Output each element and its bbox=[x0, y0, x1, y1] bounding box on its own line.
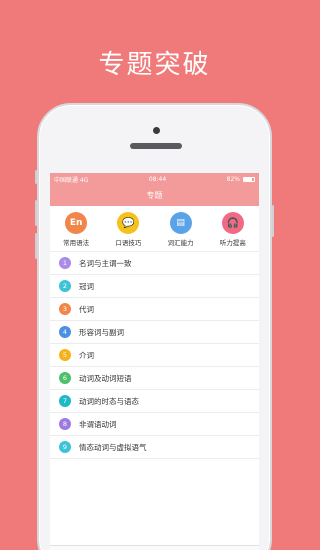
topic-title: 形容词与副词 bbox=[79, 327, 124, 337]
app-screen: 中国联通 4G 08:44 82% 专题 En 常用语法 💬 口语技巧 ▤ 词汇… bbox=[50, 173, 259, 550]
list-item[interactable]: 7 动词的时态与语态 bbox=[50, 390, 259, 413]
list-item[interactable]: 5 介词 bbox=[50, 344, 259, 367]
topic-list: 1 名词与主谓一致 2 冠词 3 代词 4 形容词与副词 5 介词 6 动词及动… bbox=[50, 252, 259, 459]
tab-bar: 主页 专题 试题 bbox=[50, 545, 259, 550]
mute-switch bbox=[35, 170, 37, 184]
category-label: 口语技巧 bbox=[115, 239, 142, 247]
category-label: 常用语法 bbox=[63, 239, 90, 247]
tab-topics[interactable]: 专题 bbox=[103, 546, 153, 550]
tab-more[interactable]: 更多 bbox=[208, 546, 258, 550]
list-item[interactable]: 4 形容词与副词 bbox=[50, 321, 259, 344]
volume-down-button bbox=[35, 233, 37, 259]
topic-title: 非谓语动词 bbox=[79, 419, 117, 429]
front-camera bbox=[153, 127, 160, 134]
status-bar: 中国联通 4G 08:44 82% bbox=[50, 173, 259, 185]
power-button bbox=[272, 205, 274, 237]
book-icon: ▤ bbox=[169, 212, 192, 234]
carrier-label: 中国联通 4G bbox=[54, 176, 89, 184]
category-label: 听力提高 bbox=[219, 239, 246, 247]
list-item[interactable]: 8 非谓语动词 bbox=[50, 413, 259, 436]
volume-up-button bbox=[35, 200, 37, 226]
topic-title: 情态动词与虚拟语气 bbox=[79, 442, 147, 452]
category-vocabulary[interactable]: ▤ 词汇能力 bbox=[157, 212, 205, 247]
earpiece-speaker bbox=[130, 143, 182, 149]
topic-number-badge: 6 bbox=[59, 372, 71, 384]
category-speaking[interactable]: 💬 口语技巧 bbox=[104, 212, 152, 247]
category-grammar[interactable]: En 常用语法 bbox=[52, 212, 100, 247]
category-listening[interactable]: 🎧 听力提高 bbox=[209, 212, 257, 247]
en-icon: En bbox=[65, 212, 88, 234]
topic-number-badge: 8 bbox=[59, 418, 71, 430]
topic-title: 动词及动词短语 bbox=[79, 373, 132, 383]
topic-number-badge: 3 bbox=[59, 303, 71, 315]
list-item[interactable]: 2 冠词 bbox=[50, 275, 259, 298]
topic-number-badge: 2 bbox=[59, 280, 71, 292]
topic-title: 动词的时态与语态 bbox=[79, 396, 139, 406]
list-item[interactable]: 3 代词 bbox=[50, 298, 259, 321]
topic-number-badge: 4 bbox=[59, 326, 71, 338]
category-row: En 常用语法 💬 口语技巧 ▤ 词汇能力 🎧 听力提高 bbox=[50, 206, 259, 252]
list-item[interactable]: 6 动词及动词短语 bbox=[50, 367, 259, 390]
list-item[interactable]: 1 名词与主谓一致 bbox=[50, 252, 259, 275]
tab-home[interactable]: 主页 bbox=[51, 546, 101, 550]
topic-title: 介词 bbox=[79, 350, 94, 360]
clock: 08:44 bbox=[148, 175, 167, 183]
category-label: 词汇能力 bbox=[167, 239, 194, 247]
headphones-icon: 🎧 bbox=[221, 212, 244, 234]
topic-title: 名词与主谓一致 bbox=[79, 258, 132, 268]
list-item[interactable]: 9 情态动词与虚拟语气 bbox=[50, 436, 259, 459]
topic-number-badge: 7 bbox=[59, 395, 71, 407]
tab-tests[interactable]: 试题 bbox=[156, 546, 206, 550]
nav-title: 专题 bbox=[146, 191, 163, 200]
topic-number-badge: 9 bbox=[59, 441, 71, 453]
topic-title: 冠词 bbox=[79, 281, 94, 291]
topic-number-badge: 5 bbox=[59, 349, 71, 361]
promo-title: 专题突破 bbox=[98, 50, 211, 80]
battery-icon bbox=[242, 176, 255, 182]
topic-title: 代词 bbox=[79, 304, 94, 314]
battery-percent: 82% bbox=[226, 175, 240, 183]
chat-bubble-icon: 💬 bbox=[117, 212, 140, 234]
phone-frame: 中国联通 4G 08:44 82% 专题 En 常用语法 💬 口语技巧 ▤ 词汇… bbox=[35, 103, 274, 550]
nav-bar: 专题 bbox=[50, 185, 259, 206]
topic-number-badge: 1 bbox=[59, 257, 71, 269]
